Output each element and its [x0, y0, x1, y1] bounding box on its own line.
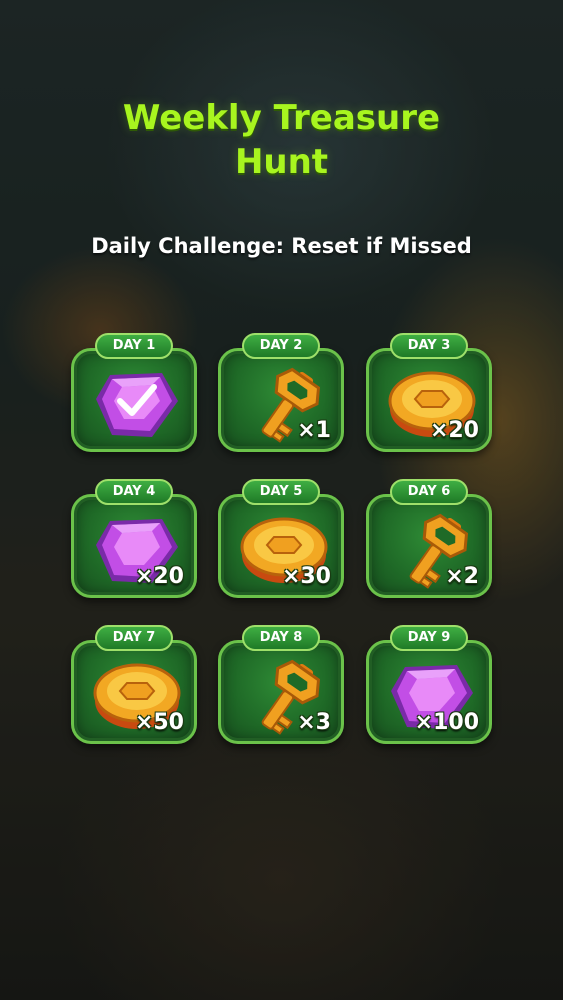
reward-card-day-5[interactable]: DAY 5 ×30	[218, 479, 344, 598]
reward-quantity: ×2	[445, 564, 479, 589]
reward-quantity: ×1	[297, 418, 331, 443]
reward-card-day-1[interactable]: DAY 1	[71, 333, 197, 452]
day-badge: DAY 4	[95, 479, 173, 505]
reward-quantity: ×100	[414, 710, 479, 735]
reward-card-day-3[interactable]: DAY 3 ×20	[366, 333, 492, 452]
reward-quantity: ×20	[429, 418, 479, 443]
title-line-1: Weekly Treasure	[122, 98, 441, 138]
reward-quantity: ×30	[281, 564, 331, 589]
title-line-2: Hunt	[234, 142, 329, 182]
reward-card-day-9[interactable]: DAY 9 ×100	[366, 625, 492, 744]
day-badge: DAY 9	[390, 625, 468, 651]
day-badge: DAY 8	[242, 625, 320, 651]
day-badge: DAY 3	[390, 333, 468, 359]
reward-card-day-6[interactable]: DAY 6 ×2	[366, 479, 492, 598]
page-title: Weekly Treasure Hunt	[0, 96, 563, 184]
reward-quantity: ×50	[134, 710, 184, 735]
reward-card-day-7[interactable]: DAY 7 ×50	[71, 625, 197, 744]
day-badge: DAY 6	[390, 479, 468, 505]
reward-card-day-2[interactable]: DAY 2 ×1	[218, 333, 344, 452]
reward-card-day-4[interactable]: DAY 4 ×20	[71, 479, 197, 598]
claimed-check-icon	[117, 384, 157, 416]
reward-quantity: ×3	[297, 710, 331, 735]
day-badge: DAY 5	[242, 479, 320, 505]
subtitle: Daily Challenge: Reset if Missed	[91, 234, 472, 258]
reward-card-day-8[interactable]: DAY 8 ×3	[218, 625, 344, 744]
reward-quantity: ×20	[134, 564, 184, 589]
day-badge: DAY 1	[95, 333, 173, 359]
day-badge: DAY 7	[95, 625, 173, 651]
day-badge: DAY 2	[242, 333, 320, 359]
